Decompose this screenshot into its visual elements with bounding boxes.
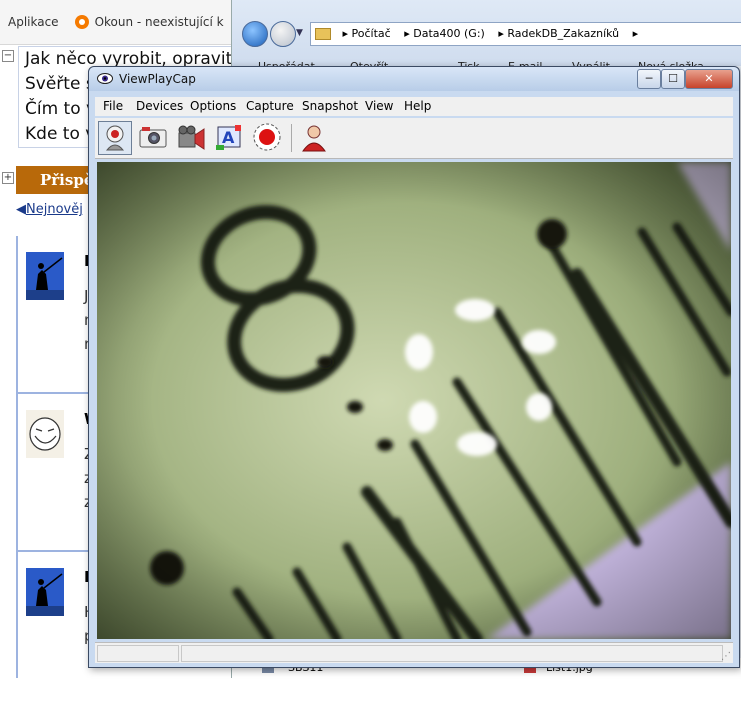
breadcrumb-arrow-icon: ▸ <box>632 27 639 40</box>
fisherman-avatar <box>26 568 64 616</box>
breadcrumb-arrow-icon: ▸ <box>404 27 414 40</box>
viewplaycap-window: ViewPlayCap ─ ☐ ✕ File Devices Options C… <box>88 66 740 668</box>
webcam-icon <box>105 125 125 151</box>
bookmark-apps[interactable]: Aplikace <box>0 15 67 29</box>
menu-capture[interactable]: Capture <box>246 99 294 113</box>
breadcrumb-item[interactable]: Data400 (G:) <box>413 27 485 40</box>
history-dropdown-icon[interactable]: ▼ <box>296 28 303 38</box>
webcam-button[interactable] <box>98 121 132 155</box>
menu-bar: File Devices Options Capture Snapshot Vi… <box>95 97 733 116</box>
breadcrumb-item[interactable]: RadekDB_Zakazníků <box>507 27 619 40</box>
menu-help[interactable]: Help <box>404 99 431 113</box>
expand-icon[interactable]: + <box>2 172 14 184</box>
status-pane <box>181 645 723 662</box>
breadcrumb-arrow-icon: ▸ <box>342 27 352 40</box>
toolbar-separator <box>291 124 292 152</box>
forward-button[interactable] <box>270 21 296 47</box>
bookmark-label: Okoun - neexistující k <box>94 15 224 29</box>
resize-grip-icon[interactable]: ⋰ <box>721 651 731 662</box>
bookmarks-bar: Aplikace Okoun - neexistující k <box>0 0 235 45</box>
close-button[interactable]: ✕ <box>685 69 733 89</box>
bookmark-label: Aplikace <box>8 15 59 29</box>
eye-icon <box>97 73 113 84</box>
triangle-left-icon: ◀ <box>16 202 26 217</box>
menu-options[interactable]: Options <box>190 99 236 113</box>
color-adjust-icon: A <box>216 125 241 150</box>
video-camera-icon <box>178 125 205 150</box>
status-pane <box>97 645 179 662</box>
trollface-avatar <box>26 410 64 458</box>
menu-devices[interactable]: Devices <box>136 99 183 113</box>
color-adjust-button[interactable]: A <box>213 121 247 155</box>
folder-icon <box>315 28 331 40</box>
record-icon <box>253 123 281 151</box>
nav-newer-link[interactable]: Nejnověj <box>26 202 83 217</box>
video-preview <box>97 162 731 639</box>
user-button[interactable] <box>298 121 332 155</box>
nav-newer[interactable]: ◀Nejnověj <box>16 202 83 217</box>
minimize-button[interactable]: ─ <box>637 69 661 89</box>
menu-file[interactable]: File <box>103 99 123 113</box>
status-bar: ⋰ <box>95 642 733 663</box>
breadcrumb-item[interactable]: Počítač <box>352 27 391 40</box>
fisherman-avatar <box>26 252 64 300</box>
bookmark-okoun[interactable]: Okoun - neexistující k <box>67 15 232 29</box>
window-title: ViewPlayCap <box>119 72 196 86</box>
toolbar: A <box>95 118 733 159</box>
collapse-expand-icon[interactable]: − <box>2 50 14 62</box>
video-frame <box>97 162 731 639</box>
title-bar[interactable]: ViewPlayCap ─ ☐ ✕ <box>89 67 739 91</box>
address-bar[interactable]: ▸ Počítač ▸ Data400 (G:) ▸ RadekDB_Zakaz… <box>310 22 741 46</box>
camera-icon <box>139 127 167 148</box>
maximize-button[interactable]: ☐ <box>661 69 685 89</box>
breadcrumb-arrow-icon: ▸ <box>498 27 508 40</box>
person-icon <box>302 125 326 152</box>
video-capture-button[interactable] <box>175 121 209 155</box>
snapshot-button[interactable] <box>137 121 171 155</box>
back-button[interactable] <box>242 21 268 47</box>
record-button[interactable] <box>251 121 285 155</box>
menu-snapshot[interactable]: Snapshot <box>302 99 358 113</box>
okoun-logo-icon <box>74 15 89 29</box>
svg-text:A: A <box>222 128 235 147</box>
menu-view[interactable]: View <box>365 99 393 113</box>
